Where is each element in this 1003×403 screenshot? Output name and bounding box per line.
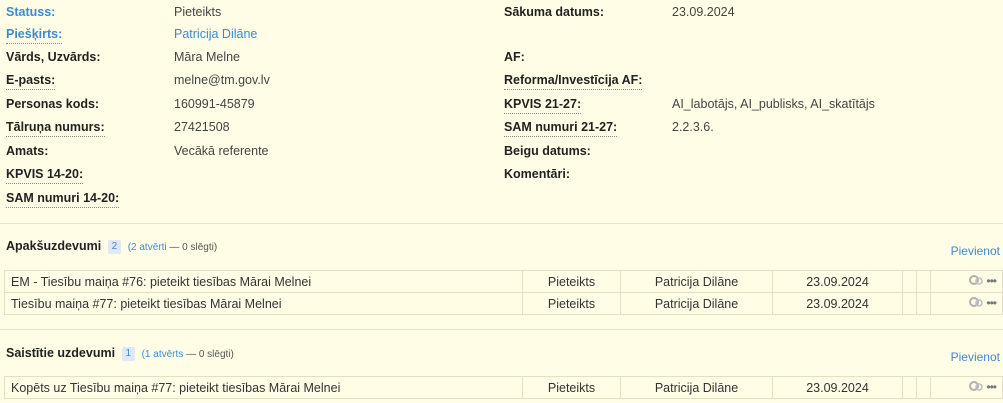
- related-add-link[interactable]: Pievienot: [951, 350, 1000, 364]
- subtasks-count-badge: 2: [107, 240, 122, 254]
- attr-phone-label: Tālruņa numurs:: [6, 118, 105, 137]
- table-row[interactable]: EM - Tiesību maiņa #76: pieteikt tiesība…: [4, 270, 1003, 293]
- attr-personal-code: Personas kods: 160991-45879: [0, 93, 490, 115]
- subtask-title-link[interactable]: Tiesību maiņa #76: pieteikt tiesības Mār…: [41, 275, 312, 289]
- subtask-actions: •••: [930, 292, 1003, 315]
- attr-af-label: AF:: [504, 50, 525, 64]
- more-dots-icon[interactable]: •••: [986, 274, 997, 288]
- related-open-link[interactable]: (1 atvērts: [142, 349, 184, 360]
- subtask-assignee: Patricija Dilāne: [620, 270, 773, 293]
- subtasks-open-link[interactable]: (2 atvērti: [128, 242, 167, 253]
- attr-sam-2127-value: 2.2.3.6.: [672, 120, 714, 134]
- subtask-title-cell[interactable]: Tiesību maiņa #77: pieteikt tiesības Mār…: [4, 292, 523, 315]
- related-header: Saistītie uzdevumi 1 (1 atvērts — 0 slēg…: [6, 343, 234, 363]
- attr-position-label: Amats:: [6, 144, 49, 158]
- attr-sam-2127-label: SAM numuri 21-27:: [504, 118, 618, 137]
- attr-reform-af-label: Reforma/Investīcija AF:: [504, 71, 643, 90]
- attr-personal-code-label: Personas kods:: [6, 97, 100, 111]
- attr-sam-2127: SAM numuri 21-27: 2.2.3.6.: [504, 116, 1003, 138]
- subtask-actions: •••: [930, 270, 1003, 293]
- subtask-status: Pieteikts: [522, 292, 621, 315]
- subtasks-add-link[interactable]: Pievienot: [951, 244, 1000, 258]
- subtasks-closed-text: — 0 slēgti): [169, 242, 218, 253]
- subtask-title-cell[interactable]: EM - Tiesību maiņa #76: pieteikt tiesība…: [4, 270, 523, 293]
- divider: [0, 329, 1003, 330]
- attr-email-value: melne@tm.gov.lv: [174, 73, 270, 87]
- related-actions: •••: [930, 376, 1003, 399]
- more-dots-icon[interactable]: •••: [986, 296, 997, 310]
- attr-kpvis-2127: KPVIS 21-27: AI_labotājs, AI_publisks, A…: [504, 93, 1003, 115]
- attr-end-date-label: Beigu datums:: [504, 144, 591, 158]
- issue-attributes: Statuss: Pieteikts Piešķirts: Patricija …: [0, 0, 1003, 210]
- attr-start-date: Sākuma datums: 23.09.2024: [504, 1, 1003, 23]
- gear-icon[interactable]: [968, 378, 984, 398]
- attr-end-date: Beigu datums:: [504, 140, 1003, 162]
- related-title: Saistītie uzdevumi: [6, 346, 116, 360]
- related-title-cell[interactable]: Kopēts uz Tiesību maiņa #77: pieteikt ti…: [4, 376, 523, 399]
- related-assignee: Patricija Dilāne: [620, 376, 773, 399]
- attr-email-label: E-pasts:: [6, 71, 56, 90]
- attr-name-label: Vārds, Uzvārds:: [6, 50, 101, 64]
- attr-kpvis-1420: KPVIS 14-20:: [0, 163, 490, 185]
- attr-assigned: Piešķirts: Patricija Dilāne: [0, 23, 490, 45]
- related-count-badge: 1: [121, 347, 136, 361]
- related-date: 23.09.2024: [772, 376, 903, 399]
- attr-status-value: Pieteikts: [174, 5, 222, 19]
- attr-af: AF:: [504, 46, 1003, 68]
- related-table: Kopēts uz Tiesību maiņa #77: pieteikt ti…: [4, 376, 1003, 399]
- empty-cell: [902, 376, 917, 399]
- subtask-prefix: EM -: [11, 274, 41, 289]
- attr-start-date-value: 23.09.2024: [672, 5, 735, 19]
- attr-status: Statuss: Pieteikts: [0, 1, 490, 23]
- table-row[interactable]: Kopēts uz Tiesību maiņa #77: pieteikt ti…: [4, 376, 1003, 399]
- related-summary: (1 atvērts — 0 slēgti): [142, 349, 234, 360]
- subtask-status: Pieteikts: [522, 270, 621, 293]
- attr-kpvis-2127-value: AI_labotājs, AI_publisks, AI_skatītājs: [672, 97, 875, 111]
- attr-assigned-value[interactable]: Patricija Dilāne: [174, 23, 257, 45]
- attr-comments-label: Komentāri:: [504, 167, 570, 181]
- attr-sam-1420: SAM numuri 14-20:: [0, 187, 490, 209]
- subtasks-summary: (2 atvērti — 0 slēgti): [128, 242, 217, 253]
- related-status: Pieteikts: [522, 376, 621, 399]
- empty-cell: [916, 376, 931, 399]
- divider: [0, 223, 1003, 224]
- empty-cell: [916, 270, 931, 293]
- subtask-title-link[interactable]: Tiesību maiņa #77: pieteikt tiesības Mār…: [11, 297, 282, 311]
- gear-icon[interactable]: [968, 272, 984, 292]
- subtask-date: 23.09.2024: [772, 292, 903, 315]
- attr-position: Amats: Vecākā referente: [0, 140, 490, 162]
- attr-sam-1420-label: SAM numuri 14-20:: [6, 189, 120, 208]
- empty-cell: [902, 292, 917, 315]
- attr-name: Vārds, Uzvārds: Māra Melne: [0, 46, 490, 68]
- related-title-link[interactable]: Tiesību maiņa #77: pieteikt tiesības Mār…: [70, 381, 341, 395]
- attr-kpvis-2127-label: KPVIS 21-27:: [504, 95, 582, 114]
- table-row[interactable]: Tiesību maiņa #77: pieteikt tiesības Mār…: [4, 292, 1003, 315]
- attr-start-date-label: Sākuma datums:: [504, 5, 605, 19]
- attr-kpvis-1420-label: KPVIS 14-20:: [6, 165, 84, 184]
- subtasks-table: EM - Tiesību maiņa #76: pieteikt tiesība…: [4, 270, 1003, 315]
- attr-email: E-pasts: melne@tm.gov.lv: [0, 69, 490, 91]
- gear-icon[interactable]: [968, 294, 984, 314]
- related-closed-text: — 0 slēgti): [186, 349, 234, 360]
- attr-assigned-label[interactable]: Piešķirts:: [6, 25, 63, 44]
- attr-position-value: Vecākā referente: [174, 144, 269, 158]
- related-prefix: Kopēts uz: [11, 380, 70, 395]
- subtasks-header: Apakšuzdevumi 2 (2 atvērti — 0 slēgti): [6, 236, 217, 256]
- subtask-assignee: Patricija Dilāne: [620, 292, 773, 315]
- attr-phone: Tālruņa numurs: 27421508: [0, 116, 490, 138]
- subtasks-title: Apakšuzdevumi: [6, 239, 102, 253]
- more-dots-icon[interactable]: •••: [986, 380, 997, 394]
- attr-status-label: Statuss:: [6, 5, 56, 19]
- attr-phone-value: 27421508: [174, 120, 230, 134]
- attr-personal-code-value: 160991-45879: [174, 97, 255, 111]
- attr-reform-af: Reforma/Investīcija AF:: [504, 69, 1003, 91]
- attr-comments: Komentāri:: [504, 163, 1003, 185]
- attr-name-value: Māra Melne: [174, 50, 240, 64]
- empty-cell: [902, 270, 917, 293]
- subtask-date: 23.09.2024: [772, 270, 903, 293]
- empty-cell: [916, 292, 931, 315]
